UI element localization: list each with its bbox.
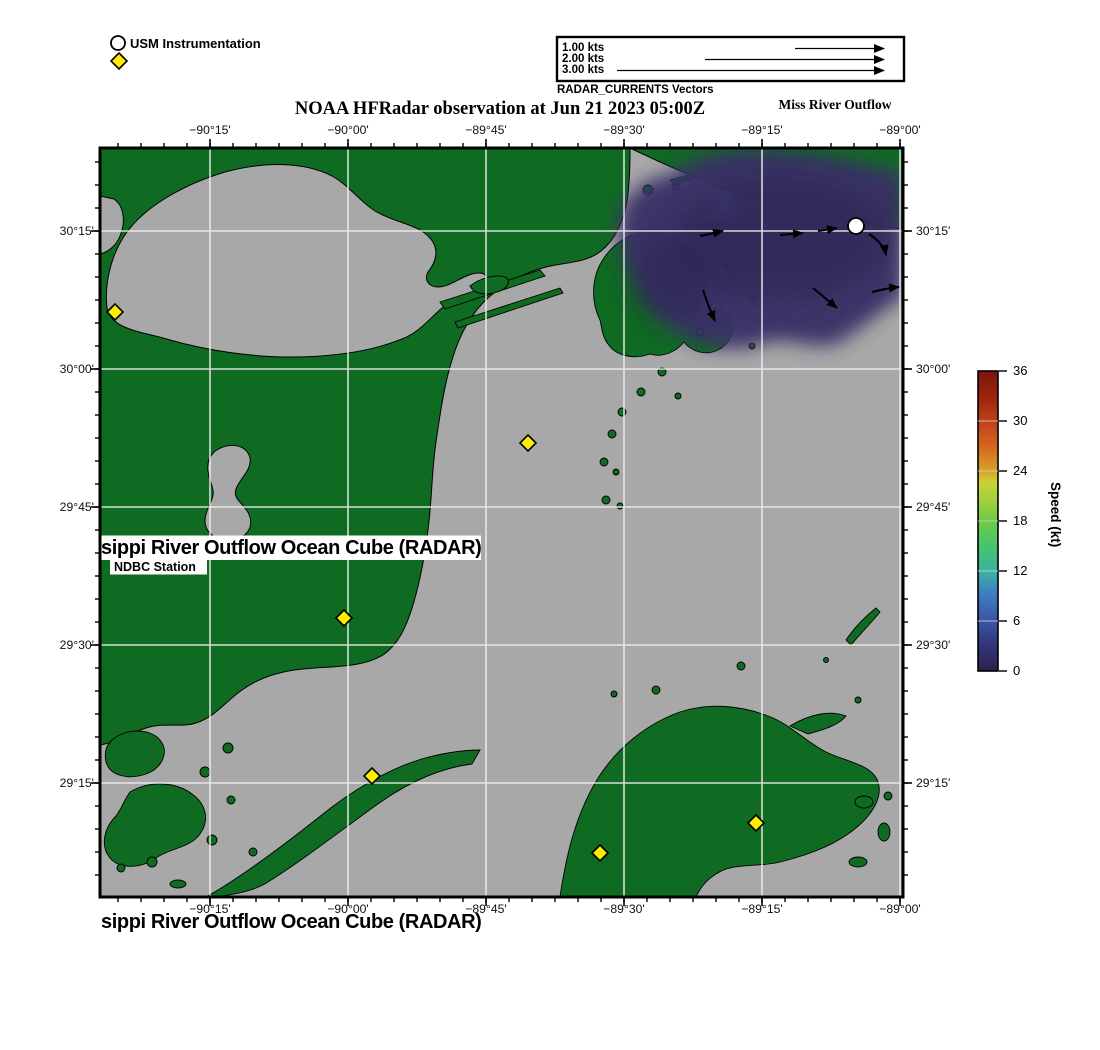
vector-legend-caption: RADAR_CURRENTS Vectors xyxy=(557,84,714,96)
axis-label-left: 29°45' xyxy=(34,500,94,514)
axis-label-top: −89°15' xyxy=(727,123,797,137)
vector-legend-box xyxy=(557,37,904,81)
axis-label-right: 30°00' xyxy=(916,362,976,376)
axis-label-right: 29°45' xyxy=(916,500,976,514)
colorbar-tick: 6 xyxy=(1013,613,1020,628)
axis-label-left: 30°15' xyxy=(34,224,94,238)
region-label: Miss River Outflow xyxy=(760,97,910,113)
axis-label-left: 29°30' xyxy=(34,638,94,652)
bottom-overlay-title: sippi River Outflow Ocean Cube (RADAR) xyxy=(101,911,481,934)
axis-label-right: 30°15' xyxy=(916,224,976,238)
colorbar-tick: 30 xyxy=(1013,413,1027,428)
colorbar-tick: 36 xyxy=(1013,363,1027,378)
usm-legend-label: USM Instrumentation xyxy=(130,36,261,51)
colorbar-tick: 0 xyxy=(1013,663,1020,678)
colorbar-tick: 18 xyxy=(1013,513,1027,528)
colorbar-tick: 12 xyxy=(1013,563,1027,578)
hfradar-map-page: { "header": { "title": "NOAA HFRadar obs… xyxy=(0,0,1100,1050)
usm-legend-diamond-icon xyxy=(111,53,127,69)
axis-label-top: −89°30' xyxy=(589,123,659,137)
axis-label-right: 29°15' xyxy=(916,776,976,790)
usm-legend-symbols xyxy=(111,36,127,69)
axis-label-bottom: −89°00' xyxy=(865,902,935,916)
axis-label-right: 29°30' xyxy=(916,638,976,652)
colorbar xyxy=(978,371,1007,671)
axis-label-bottom: −89°30' xyxy=(589,902,659,916)
ndbc-station-label: NDBC Station xyxy=(114,560,196,574)
vector-legend-item-3: 3.00 kts xyxy=(562,65,604,76)
axis-label-left: 29°15' xyxy=(34,776,94,790)
axis-label-top: −89°45' xyxy=(451,123,521,137)
page-title: NOAA HFRadar observation at Jun 21 2023 … xyxy=(150,99,850,120)
axis-label-left: 30°00' xyxy=(34,362,94,376)
radar-speed-field xyxy=(618,150,903,349)
colorbar-axis-label: Speed (kt) xyxy=(1048,482,1063,547)
usm-instrument-marker xyxy=(848,218,864,234)
axis-label-top: −90°00' xyxy=(313,123,383,137)
overlay-title: sippi River Outflow Ocean Cube (RADAR) xyxy=(101,537,481,560)
map-canvas xyxy=(0,0,1100,1050)
axis-label-bottom: −89°15' xyxy=(727,902,797,916)
axis-label-top: −89°00' xyxy=(865,123,935,137)
usm-legend-circle-icon xyxy=(111,36,125,50)
colorbar-tick: 24 xyxy=(1013,463,1027,478)
axis-label-top: −90°15' xyxy=(175,123,245,137)
